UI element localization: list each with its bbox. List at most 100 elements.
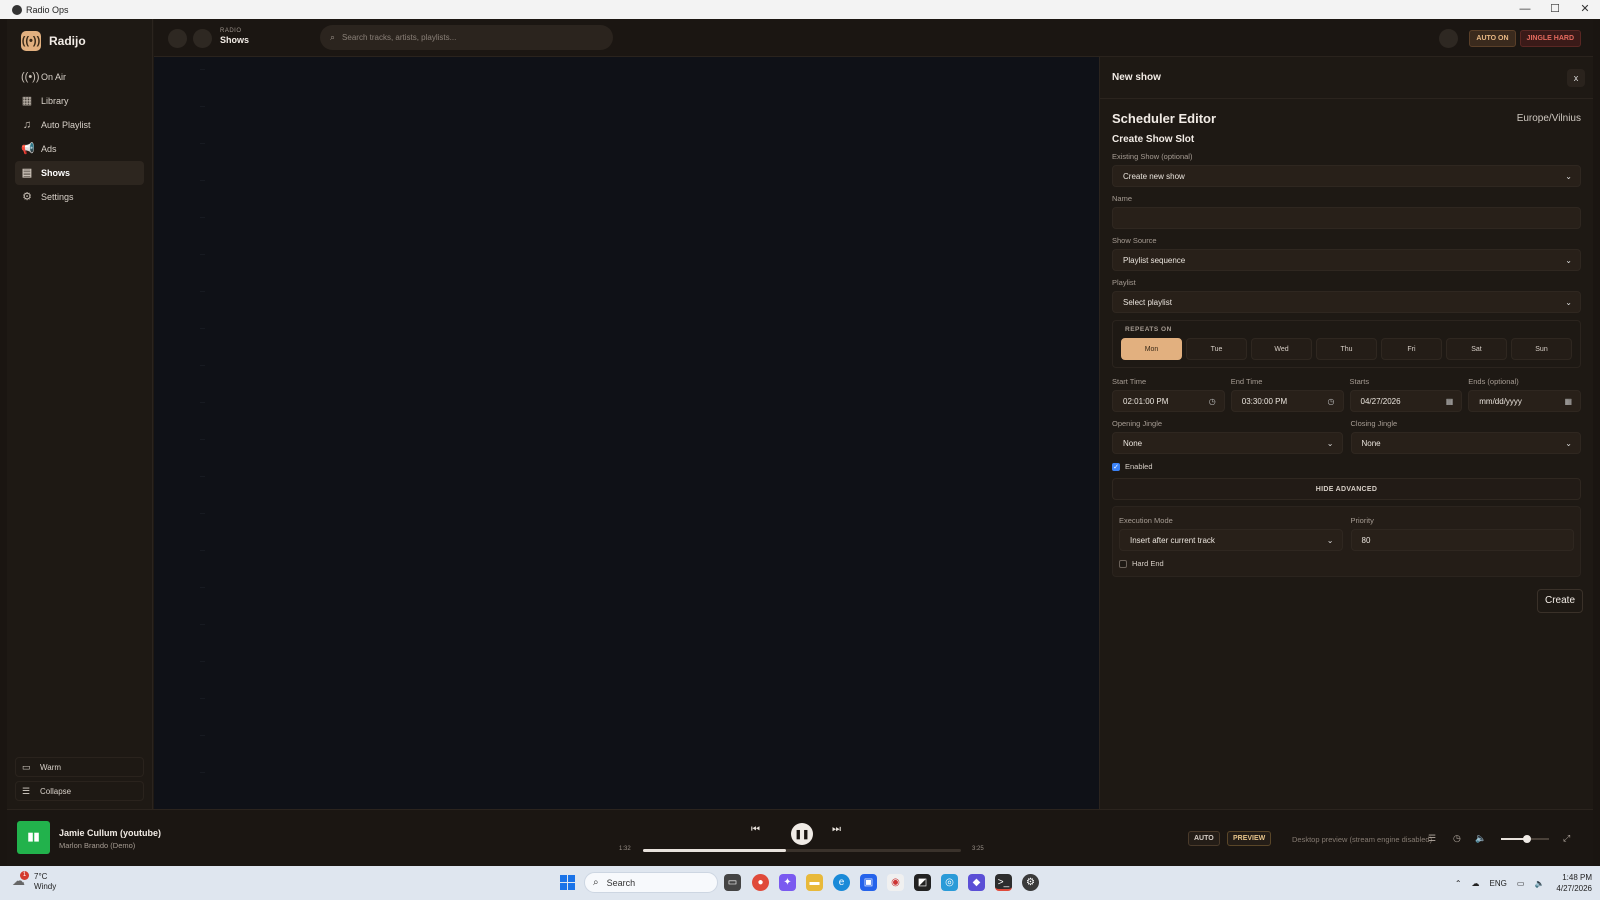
start-time-input[interactable]: 02:01:00 PM ◷ — [1112, 390, 1225, 412]
file-explorer-icon[interactable]: ▬ — [806, 874, 823, 891]
auto-badge[interactable]: AUTO — [1188, 831, 1220, 846]
previous-icon[interactable]: ⏮ — [751, 824, 760, 835]
hide-advanced-button[interactable]: HIDE ADVANCED — [1112, 478, 1581, 500]
sidebar-item-auto-playlist[interactable]: ♫ Auto Playlist — [15, 113, 144, 137]
volume-knob[interactable] — [1523, 835, 1532, 843]
panel-header: New show x — [1100, 57, 1593, 99]
schedule-calendar[interactable]: — — — — — — — — — — — — — — — — — — — — — [154, 57, 1099, 809]
day-toggle-fri[interactable]: Fri — [1381, 338, 1442, 360]
app-icon[interactable]: ◉ — [887, 874, 904, 891]
search-input[interactable]: ⌕ Search tracks, artists, playlists... — [320, 25, 613, 50]
sidebar-item-shows[interactable]: ▤ Shows — [15, 161, 144, 185]
weather-widget[interactable]: ☁ 1 7°C Windy — [12, 871, 56, 892]
speaker-icon[interactable]: 🔈 — [1534, 879, 1544, 888]
maximize-button[interactable]: ☐ — [1540, 0, 1570, 19]
chrome-icon[interactable]: ● — [752, 874, 769, 891]
brand[interactable]: ((•)) Radijo — [7, 19, 152, 63]
enabled-checkbox[interactable]: ✓ — [1112, 462, 1120, 471]
closing-jingle-select[interactable]: None ⌄ — [1350, 432, 1581, 454]
terminal-icon[interactable]: >_ — [995, 874, 1012, 891]
network-icon[interactable]: ▭ — [1517, 879, 1525, 888]
show-source-select[interactable]: Playlist sequence ⌄ — [1112, 249, 1581, 271]
sidebar-item-settings[interactable]: ⚙ Settings — [15, 185, 144, 209]
close-panel-button[interactable]: x — [1567, 69, 1585, 87]
opening-jingle-value: None — [1123, 438, 1143, 448]
minimize-button[interactable]: — — [1510, 0, 1540, 19]
sidebar-nav: ((•)) On Air ▦ Library ♫ Auto Playlist 📢 Ads ▤ Sh… — [7, 65, 152, 209]
starts-value: 04/27/2026 — [1360, 396, 1401, 406]
day-toggle-sun[interactable]: Sun — [1511, 338, 1572, 360]
next-icon[interactable]: ⏭ — [832, 824, 841, 835]
sidebar-item-library[interactable]: ▦ Library — [15, 89, 144, 113]
name-input[interactable] — [1112, 207, 1581, 229]
search-icon: ⌕ — [593, 877, 599, 888]
hard-end-label: Hard End — [1132, 559, 1164, 568]
day-toggle-wed[interactable]: Wed — [1251, 338, 1312, 360]
day-toggle-thu[interactable]: Thu — [1316, 338, 1377, 360]
execution-mode-select[interactable]: Insert after current track ⌄ — [1119, 529, 1343, 551]
volume-slider[interactable] — [1501, 835, 1549, 843]
calendar-hour-line: — — [200, 252, 205, 258]
sidebar-item-ads[interactable]: 📢 Ads — [15, 137, 144, 161]
auto-on-badge[interactable]: AUTO ON — [1469, 30, 1516, 47]
day-toggle-mon[interactable]: Mon — [1121, 338, 1182, 360]
theme-toggle-button[interactable]: ▭ Warm — [15, 757, 144, 777]
opening-jingle-select[interactable]: None ⌄ — [1112, 432, 1343, 454]
app-icon[interactable]: ◆ — [968, 874, 985, 891]
app-icon — [12, 4, 22, 15]
existing-show-label: Existing Show (optional) — [1112, 152, 1193, 161]
back-button[interactable] — [168, 29, 187, 48]
close-window-button[interactable]: ✕ — [1570, 0, 1600, 19]
enabled-checkbox-row[interactable]: ✓ Enabled — [1112, 462, 1581, 471]
execution-mode-value: Insert after current track — [1130, 535, 1215, 545]
clock[interactable]: 1:48 PM 4/27/2026 — [1556, 872, 1592, 894]
hard-end-checkbox[interactable] — [1119, 559, 1127, 568]
volume-icon[interactable]: 🔈 — [1475, 833, 1486, 844]
forward-button[interactable] — [193, 29, 212, 48]
copilot-icon[interactable]: ✦ — [779, 874, 796, 891]
chevron-up-icon[interactable]: ⌃ — [1455, 879, 1462, 888]
calendar-hour-line: — — [200, 363, 205, 369]
progress-fill — [643, 849, 787, 852]
edge-icon[interactable]: e — [833, 874, 850, 891]
app-icon[interactable]: ◎ — [941, 874, 958, 891]
calendar-icon: ▤ — [21, 167, 33, 179]
priority-input[interactable]: 80 — [1350, 529, 1574, 551]
starts-label: Starts — [1349, 377, 1370, 386]
app-icon[interactable]: ◩ — [914, 874, 931, 891]
day-toggle-tue[interactable]: Tue — [1186, 338, 1247, 360]
timer-icon[interactable]: ◷ — [1453, 833, 1461, 844]
radio-ops-taskbar-icon[interactable]: ⚙ — [1022, 874, 1039, 891]
windows-start-icon[interactable] — [560, 875, 575, 890]
preview-badge[interactable]: PREVIEW — [1227, 831, 1272, 846]
store-icon[interactable]: ▣ — [860, 874, 877, 891]
calendar-hour-line: — — [200, 511, 205, 517]
language-indicator[interactable]: ENG — [1490, 879, 1507, 888]
jingle-hard-button[interactable]: JINGLE HARD — [1519, 30, 1581, 47]
pause-button[interactable]: ❚❚ — [791, 823, 813, 845]
playlist-select[interactable]: Select playlist ⌄ — [1112, 291, 1581, 313]
onedrive-icon[interactable]: ☁ — [1472, 879, 1480, 888]
end-time-input[interactable]: 03:30:00 PM ◷ — [1230, 390, 1344, 412]
task-view-icon[interactable]: ▭ — [724, 874, 741, 891]
day-toggle-sat[interactable]: Sat — [1446, 338, 1507, 360]
clock-icon: ◷ — [1208, 396, 1216, 406]
calendar-hour-line: — — [200, 622, 205, 628]
create-button[interactable]: Create — [1537, 589, 1583, 613]
sidebar-item-on-air[interactable]: ((•)) On Air — [15, 65, 144, 89]
ends-date-input[interactable]: mm/dd/yyyy ▦ — [1468, 390, 1581, 412]
existing-show-select[interactable]: Create new show ⌄ — [1112, 165, 1581, 187]
fullscreen-icon[interactable]: ⤢ — [1563, 833, 1570, 844]
show-source-value: Playlist sequence — [1123, 255, 1186, 265]
avatar[interactable] — [1439, 29, 1459, 48]
breadcrumb-section: RADIO — [220, 28, 242, 34]
queue-icon[interactable]: ☰ — [1428, 833, 1436, 844]
progress-bar[interactable] — [643, 849, 961, 852]
taskbar-search[interactable]: ⌕ Search — [584, 872, 718, 893]
collapse-button[interactable]: ☰ Collapse — [15, 781, 144, 801]
show-source-label: Show Source — [1112, 236, 1157, 245]
hard-end-checkbox-row[interactable]: Hard End — [1119, 559, 1574, 568]
starts-date-input[interactable]: 04/27/2026 ▦ — [1349, 390, 1463, 412]
calendar-icon: ▦ — [1564, 396, 1572, 406]
calendar-hour-line: — — [200, 733, 205, 739]
